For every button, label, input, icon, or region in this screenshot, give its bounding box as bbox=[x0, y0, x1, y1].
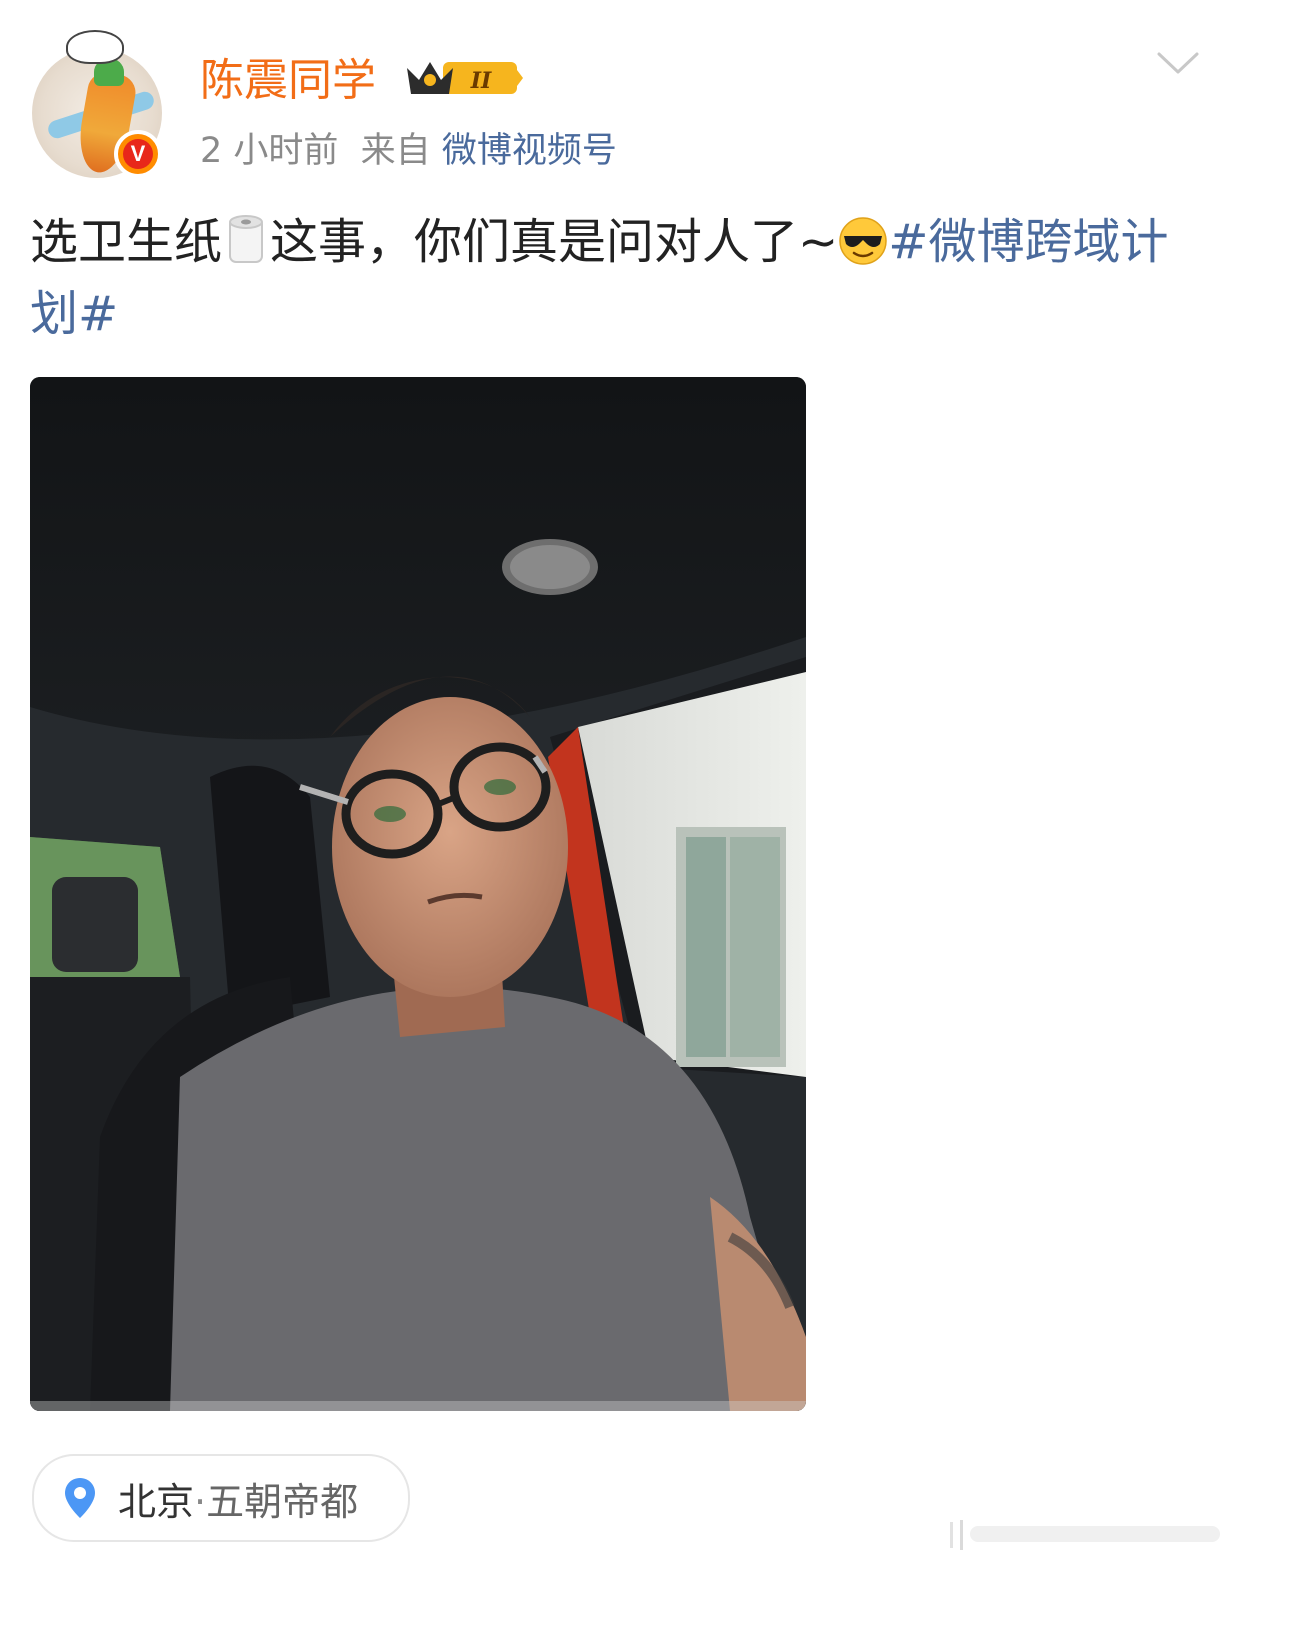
post-time: 2 小时前 bbox=[200, 131, 339, 171]
verified-badge-label: V bbox=[123, 139, 153, 169]
location-city: 北京 bbox=[118, 1479, 195, 1524]
toilet-paper-emoji-icon bbox=[229, 215, 264, 263]
verified-icon: V bbox=[114, 130, 162, 178]
location-separator: · bbox=[194, 1479, 207, 1524]
post-text: 选卫生纸 这事，你们真是问对人了~ #微博跨域计划# bbox=[30, 206, 1210, 350]
post-source-link[interactable]: 微博视频号 bbox=[442, 131, 617, 171]
video-thumbnail[interactable] bbox=[30, 377, 806, 1411]
avatar[interactable]: V bbox=[30, 30, 170, 178]
location-label: 北京·五朝帝都 bbox=[118, 1471, 358, 1526]
location-place: 五朝帝都 bbox=[206, 1479, 359, 1524]
post-text-part1: 选卫生纸 bbox=[30, 214, 223, 270]
member-level-label: II bbox=[470, 68, 492, 94]
chevron-down-icon[interactable] bbox=[1156, 48, 1200, 78]
author-name[interactable]: 陈震同学 bbox=[200, 44, 376, 108]
post-text-part2: 这事，你们真是问对人了~ bbox=[270, 214, 839, 270]
bunny-icon bbox=[66, 30, 124, 64]
source-prefix: 来自 bbox=[360, 131, 431, 171]
location-pin-icon bbox=[65, 1478, 95, 1518]
bottom-fade-decoration bbox=[950, 1520, 1220, 1550]
post-meta: 2 小时前 来自 微博视频号 bbox=[200, 122, 617, 173]
sunglasses-emoji-icon bbox=[839, 217, 887, 265]
video-frame-image bbox=[30, 377, 806, 1411]
member-crown-icon[interactable]: II bbox=[403, 56, 525, 100]
location-tag[interactable]: 北京·五朝帝都 bbox=[32, 1454, 410, 1542]
